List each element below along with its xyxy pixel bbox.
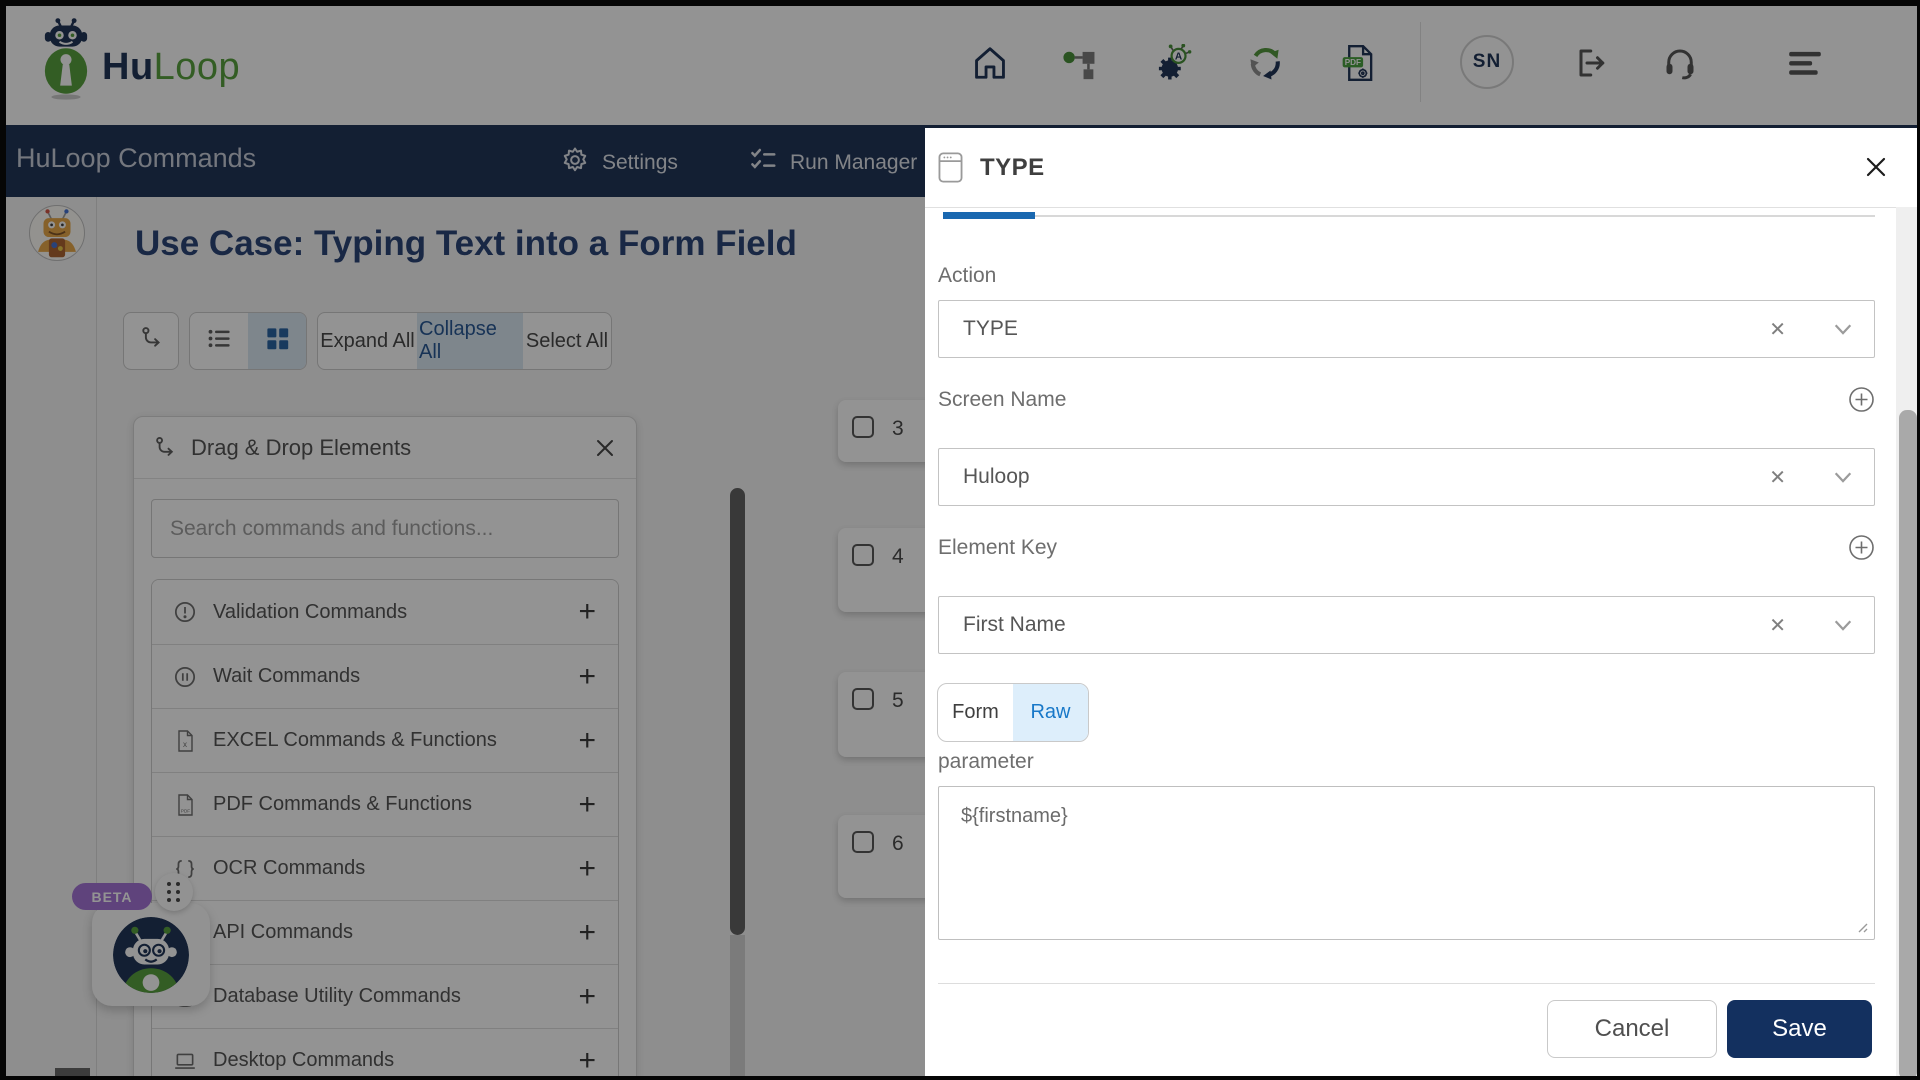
modal-title: TYPE — [980, 154, 1045, 181]
save-button[interactable]: Save — [1727, 1000, 1872, 1058]
parameter-label: parameter — [938, 750, 1034, 773]
element-key-label-row: Element Key — [938, 534, 1875, 561]
type-command-modal: TYPE Action TYPE ✕ Screen Name Huloop ✕ … — [925, 128, 1920, 1080]
modal-header: TYPE — [925, 128, 1920, 207]
element-key-label: Element Key — [938, 535, 1058, 559]
add-element-icon[interactable] — [1848, 534, 1875, 561]
screen-name-value: Huloop — [963, 465, 1030, 488]
screen-name-label-row: Screen Name — [938, 386, 1875, 413]
active-tab-indicator[interactable] — [943, 212, 1035, 219]
clear-icon[interactable]: ✕ — [1769, 465, 1786, 490]
parameter-label-row: parameter — [938, 750, 1875, 774]
window-icon — [938, 152, 963, 183]
footer-divider — [938, 983, 1875, 984]
chevron-down-icon[interactable] — [1834, 619, 1852, 631]
screen-name-label: Screen Name — [938, 387, 1067, 411]
modal-scrollbar-thumb[interactable] — [1899, 410, 1917, 1080]
clear-icon[interactable]: ✕ — [1769, 613, 1786, 638]
form-raw-toggle: Form Raw — [937, 683, 1089, 742]
action-select[interactable]: TYPE ✕ — [938, 300, 1875, 358]
tab-track — [943, 215, 1875, 217]
action-label: Action — [938, 264, 997, 287]
form-tab[interactable]: Form — [938, 684, 1013, 741]
chevron-down-icon[interactable] — [1834, 471, 1852, 483]
clear-icon[interactable]: ✕ — [1769, 317, 1786, 342]
action-value: TYPE — [963, 317, 1018, 340]
cancel-button[interactable]: Cancel — [1547, 1000, 1717, 1058]
screen-name-select[interactable]: Huloop ✕ — [938, 448, 1875, 506]
raw-tab[interactable]: Raw — [1013, 684, 1088, 741]
parameter-input[interactable]: ${firstname} — [938, 786, 1875, 940]
action-label-row: Action — [938, 264, 1875, 288]
close-icon[interactable] — [1861, 152, 1891, 182]
chevron-down-icon[interactable] — [1834, 323, 1852, 335]
element-key-value: First Name — [963, 613, 1066, 636]
add-screen-icon[interactable] — [1848, 386, 1875, 413]
header-divider — [925, 207, 1920, 208]
element-key-select[interactable]: First Name ✕ — [938, 596, 1875, 654]
